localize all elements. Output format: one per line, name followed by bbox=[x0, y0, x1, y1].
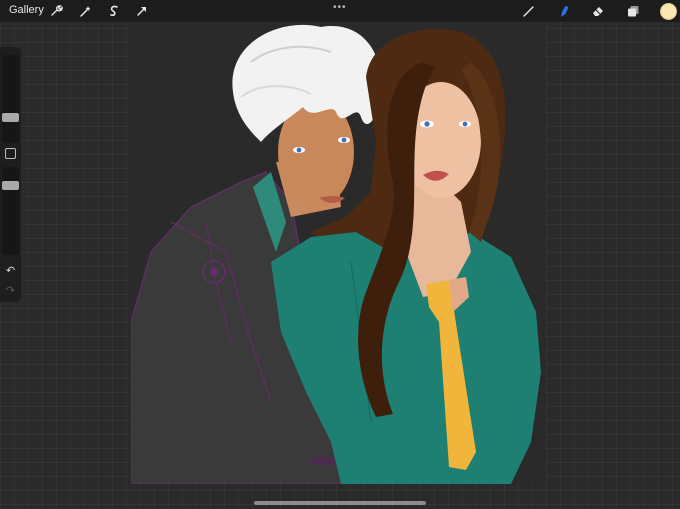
wrench-icon[interactable] bbox=[47, 2, 65, 20]
left-sidebar: ↶ ↷ bbox=[0, 47, 21, 302]
drawing-canvas[interactable] bbox=[131, 22, 546, 484]
smudge-icon[interactable] bbox=[555, 2, 573, 20]
redo-button[interactable]: ↷ bbox=[4, 285, 17, 298]
transform-arrow-icon[interactable] bbox=[133, 2, 151, 20]
modify-button[interactable] bbox=[5, 148, 16, 159]
brush-icon[interactable] bbox=[520, 2, 538, 20]
brush-size-thumb[interactable] bbox=[2, 113, 19, 122]
color-swatch[interactable] bbox=[660, 3, 677, 20]
magic-wand-icon[interactable] bbox=[76, 2, 94, 20]
gallery-button[interactable]: Gallery bbox=[9, 4, 44, 16]
undo-button[interactable]: ↶ bbox=[4, 265, 17, 278]
more-options[interactable]: ••• bbox=[333, 2, 347, 13]
opacity-thumb[interactable] bbox=[2, 181, 19, 190]
home-indicator[interactable] bbox=[254, 501, 426, 505]
artwork-illustration bbox=[131, 24, 541, 484]
layers-icon[interactable] bbox=[624, 2, 642, 20]
top-toolbar: Gallery ••• bbox=[0, 0, 680, 22]
brush-size-slider[interactable] bbox=[2, 55, 19, 143]
selection-icon[interactable] bbox=[105, 2, 123, 20]
eraser-icon[interactable] bbox=[589, 2, 607, 20]
